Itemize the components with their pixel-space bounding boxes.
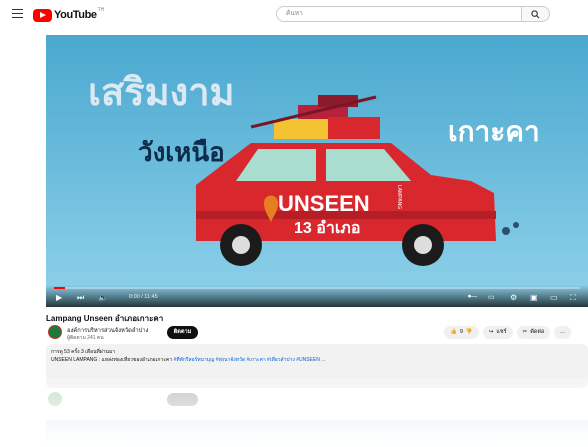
volume-icon[interactable]: 🔈 [98,293,108,302]
logo-country-code: TH [97,7,105,13]
car-banner-text: UNSEEN [278,191,370,216]
video-player[interactable]: เสริมงาม วังเหนือ เกาะคา UNSEEN 13 อำเภอ… [46,35,588,307]
player-controls: ▶ ⏭ 🔈 0:00 / 11:45 ⏺━ ▭ ⚙ ▣ ▭ ⛶ [46,285,588,307]
scissors-icon: ✂ [522,329,528,335]
search-input[interactable]: ค้นหา [276,6,522,22]
play-icon[interactable]: ▶ [56,293,62,302]
description-hashtags[interactable]: #ที่พักรีสอร์ทนาบุญ #ทุ่งนาจังหวัด #เกาะ… [173,357,325,363]
glare-overlay [0,378,588,447]
more-button[interactable]: ... [554,326,571,339]
youtube-logo[interactable]: YouTube TH [33,7,105,22]
theater-icon[interactable]: ▭ [550,293,558,302]
miniplayer-icon[interactable]: ▣ [530,293,538,302]
subheadline-text: วังเหนือ [138,137,225,167]
right-text: เกาะคา [448,116,540,147]
settings-icon[interactable]: ⚙ [510,293,517,302]
logo-text: YouTube [54,9,97,21]
thumbs-up-icon: 👍 [450,329,457,335]
time-display: 0:00 / 11:45 [129,294,158,300]
video-actions: 👍 9 👎 ↪ แชร์ ✂ ตัดต่อ ... [444,326,571,339]
share-label: แชร์ [496,329,507,335]
headline-text: เสริมงาม [88,72,235,114]
autoplay-toggle[interactable]: ⏺━ [468,293,477,302]
channel-avatar[interactable] [48,325,62,339]
progress-fill [54,287,65,289]
search-button[interactable] [522,6,550,22]
video-title: Lampang Unseen อำเภอเกาะคา [46,314,164,323]
view-count-date: การดู 53 ครั้ง 3 เดือนที่ผ่านมา [51,349,116,355]
hamburger-menu-icon[interactable] [12,9,23,18]
description-plain: UNSEEN LAMPANG : แหล่งท่องเที่ยวของอำเภอ… [51,357,174,363]
car-sub-text: 13 อำเภอ [294,219,360,237]
subscriber-count: ผู้ติดตาม 241 คน [67,335,104,341]
youtube-play-icon [33,8,52,22]
next-icon[interactable]: ⏭ [77,293,84,302]
share-icon: ↪ [488,329,494,335]
progress-bar[interactable] [54,287,580,289]
search-icon [531,10,540,19]
clip-button[interactable]: ✂ ตัดต่อ [516,326,551,339]
thumbs-down-icon: 👎 [465,329,473,335]
like-count: 9 [459,329,463,335]
car-side-text: LAMPANG [396,185,402,209]
captions-icon[interactable]: ▭ [488,293,495,302]
video-thumbnail-art: เสริมงาม วังเหนือ เกาะคา UNSEEN 13 อำเภอ… [46,35,588,307]
subscribe-button[interactable]: ติดตาม [167,326,198,339]
fullscreen-icon[interactable]: ⛶ [570,293,576,302]
description-text: UNSEEN LAMPANG : แหล่งท่องเที่ยวของอำเภอ… [51,356,581,364]
like-dislike-button[interactable]: 👍 9 👎 [444,326,479,339]
top-bar: YouTube TH ค้นหา [0,0,588,30]
share-button[interactable]: ↪ แชร์ [482,326,513,339]
clip-label: ตัดต่อ [530,329,545,335]
